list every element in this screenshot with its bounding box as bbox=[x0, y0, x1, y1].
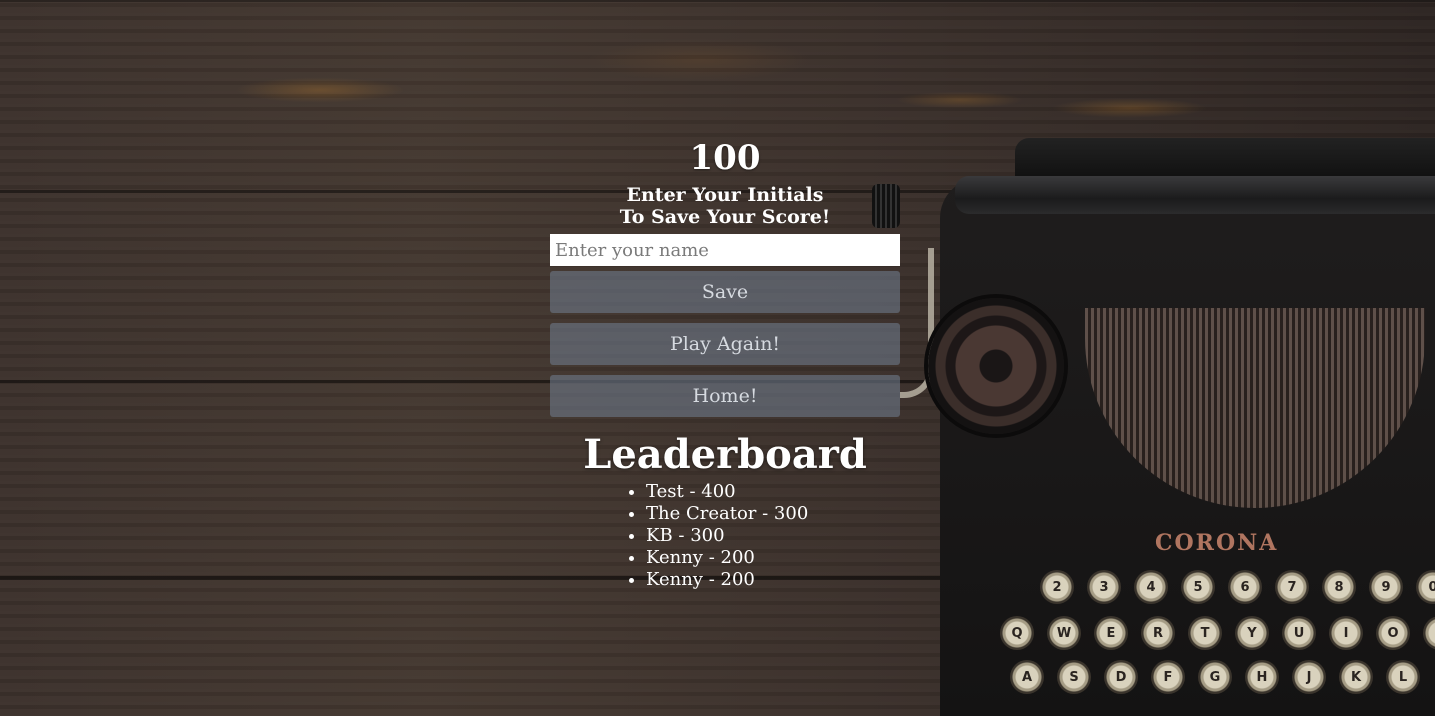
typewriter-key: D bbox=[1104, 660, 1138, 694]
key-row-home: ASDFGHJKL bbox=[1010, 660, 1420, 694]
typewriter-key: K bbox=[1339, 660, 1373, 694]
typewriter-key: G bbox=[1198, 660, 1232, 694]
typewriter-key: R bbox=[1141, 616, 1175, 650]
typewriter-key: E bbox=[1094, 616, 1128, 650]
typewriter-key: I bbox=[1329, 616, 1363, 650]
leaderboard-title: Leaderboard bbox=[583, 431, 867, 478]
leaderboard-entry: The Creator - 300 bbox=[646, 503, 900, 525]
typewriter-key: A bbox=[1010, 660, 1044, 694]
typewriter-key: J bbox=[1292, 660, 1326, 694]
typewriter-image: CORONA 234567890 QWERTYUIOP ASDFGHJKL bbox=[860, 118, 1435, 716]
typewriter-key: 8 bbox=[1322, 570, 1356, 604]
typewriter-brand: CORONA bbox=[1155, 530, 1279, 556]
typewriter-key: T bbox=[1188, 616, 1222, 650]
typewriter-key: L bbox=[1386, 660, 1420, 694]
leaderboard-entry: Kenny - 200 bbox=[646, 547, 900, 569]
save-score-prompt: Enter Your Initials To Save Your Score! bbox=[619, 184, 831, 228]
typewriter-key: U bbox=[1282, 616, 1316, 650]
typewriter-key: 6 bbox=[1228, 570, 1262, 604]
typewriter-key: S bbox=[1057, 660, 1091, 694]
quiz-end-panel: 100 Enter Your Initials To Save Your Sco… bbox=[550, 138, 900, 591]
typewriter-key: 5 bbox=[1181, 570, 1215, 604]
final-score: 100 bbox=[689, 138, 761, 178]
typewriter-key: Y bbox=[1235, 616, 1269, 650]
typewriter-key: 2 bbox=[1040, 570, 1074, 604]
typewriter-keys: 234567890 QWERTYUIOP ASDFGHJKL bbox=[955, 570, 1435, 716]
key-row-numbers: 234567890 bbox=[1040, 570, 1435, 604]
typewriter-key: O bbox=[1376, 616, 1410, 650]
typewriter-key: W bbox=[1047, 616, 1081, 650]
typewriter-ribbon-wheel bbox=[928, 298, 1064, 434]
typewriter-key: 7 bbox=[1275, 570, 1309, 604]
typewriter-key: P bbox=[1423, 616, 1435, 650]
play-again-button[interactable]: Play Again! bbox=[550, 323, 900, 365]
typewriter-key: H bbox=[1245, 660, 1279, 694]
leaderboard-list: Test - 400 The Creator - 300 KB - 300 Ke… bbox=[646, 481, 900, 591]
leaderboard-entry: Kenny - 200 bbox=[646, 569, 900, 591]
leaderboard-entry: Test - 400 bbox=[646, 481, 900, 503]
key-row-top: QWERTYUIOP bbox=[1000, 616, 1435, 650]
typewriter-key: 9 bbox=[1369, 570, 1403, 604]
home-button[interactable]: Home! bbox=[550, 375, 900, 417]
name-input[interactable] bbox=[550, 234, 900, 266]
typewriter-key: 3 bbox=[1087, 570, 1121, 604]
leaderboard-entry: KB - 300 bbox=[646, 525, 900, 547]
typewriter-key: F bbox=[1151, 660, 1185, 694]
typewriter-platen bbox=[955, 176, 1435, 214]
save-button[interactable]: Save bbox=[550, 271, 900, 313]
typewriter-key: Q bbox=[1000, 616, 1034, 650]
typewriter-key: 0 bbox=[1416, 570, 1435, 604]
typewriter-top bbox=[1015, 138, 1435, 178]
typewriter-key: 4 bbox=[1134, 570, 1168, 604]
